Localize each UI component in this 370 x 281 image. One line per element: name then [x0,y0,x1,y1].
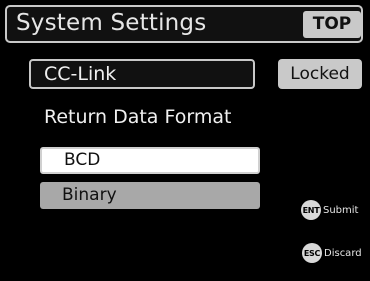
discard-softkey[interactable]: ESC Discard [302,242,362,264]
ent-key-icon: ENT [301,200,321,220]
submit-softkey[interactable]: ENT Submit [301,199,358,221]
top-button[interactable]: TOP [303,11,361,38]
option-bcd[interactable]: BCD [40,147,260,174]
option-binary[interactable]: Binary [40,182,260,209]
page-title: System Settings [16,10,207,36]
submit-label: Submit [323,204,359,216]
return-data-format-heading: Return Data Format [44,106,232,128]
title-bar: System Settings TOP [5,5,363,43]
locked-status-badge: Locked [278,59,362,89]
discard-label: Discard [324,247,362,259]
system-settings-screen: System Settings TOP CC-Link Locked Retur… [0,0,370,281]
esc-key-icon: ESC [302,243,322,263]
cc-link-item[interactable]: CC-Link [29,59,255,89]
